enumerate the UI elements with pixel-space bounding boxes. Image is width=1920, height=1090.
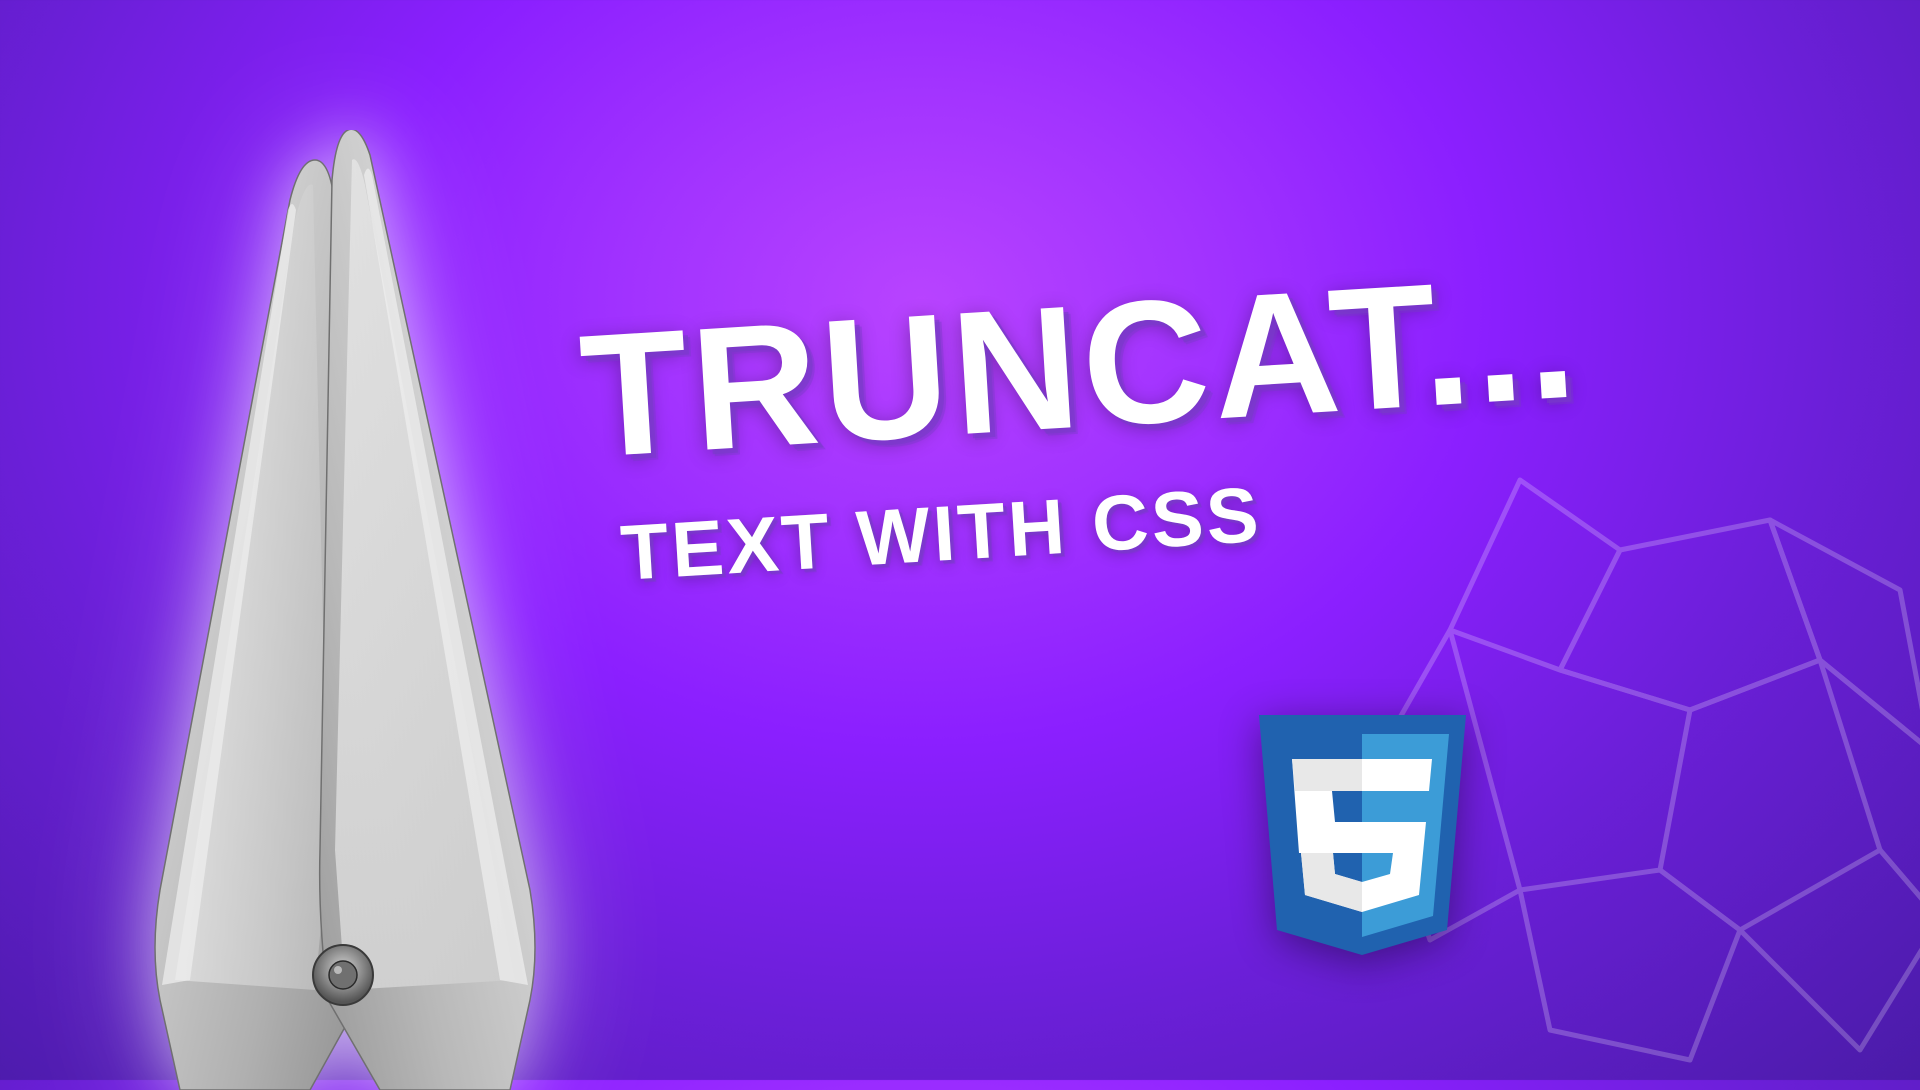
title-block: TRUNCAT... TEXT WITH CSS	[576, 249, 1591, 600]
scissors-icon	[60, 130, 620, 1090]
css3-logo-icon	[1245, 715, 1480, 980]
title-main-text: TRUNCAT...	[576, 249, 1584, 485]
